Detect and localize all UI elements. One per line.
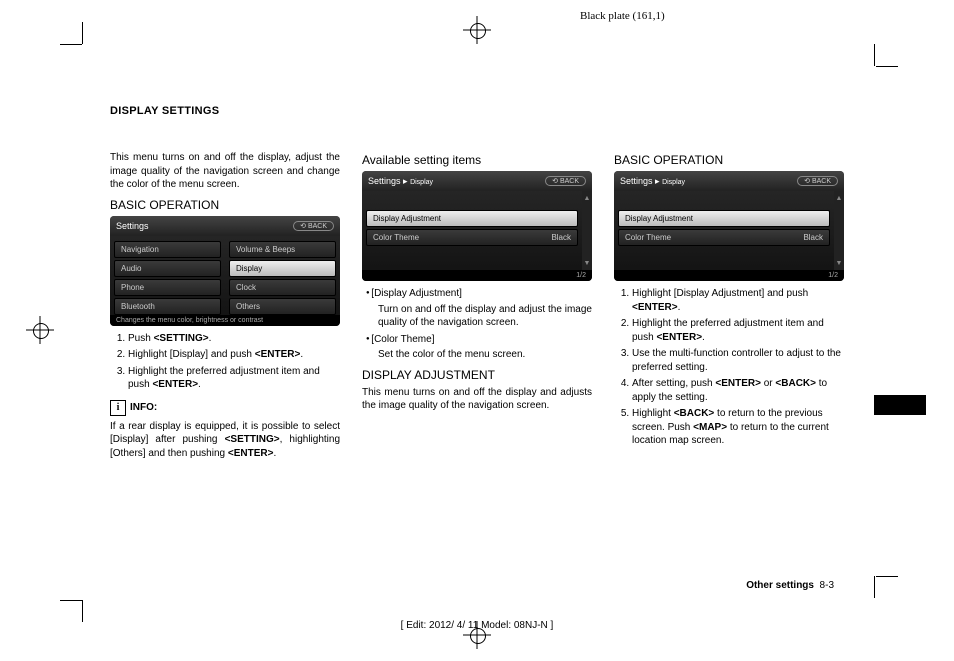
intro-text: This menu turns on and off the display, … [110, 151, 340, 192]
info-header: i INFO: [110, 400, 340, 416]
edit-stamp: [ Edit: 2012/ 4/ 11 Model: 08NJ-N ] [0, 620, 954, 631]
scrollbar: ▲▼ [834, 191, 844, 271]
menu-row: Volume & Beeps [229, 241, 336, 258]
screen-title: Settings ▸ Display [620, 176, 685, 187]
subheading-basic-op: BASIC OPERATION [614, 153, 844, 167]
crop-mark [876, 576, 898, 577]
black-tab [874, 395, 926, 415]
menu-row: Color ThemeBlack [366, 229, 578, 246]
info-label: INFO: [130, 402, 157, 413]
screen-title: Settings [116, 221, 149, 231]
step: Highlight <BACK> to return to the previo… [632, 407, 844, 448]
subheading-basic-op: BASIC OPERATION [110, 198, 340, 212]
bullet-list: [Display Adjustment]Turn on and off the … [362, 287, 592, 362]
crop-mark [60, 44, 82, 45]
menu-row: Bluetooth [114, 298, 221, 315]
bullet: [Color Theme]Set the color of the menu s… [366, 333, 592, 362]
menu-row: Color ThemeBlack [618, 229, 830, 246]
scrollbar: ▲▼ [582, 191, 592, 271]
menu-row: Others [229, 298, 336, 315]
crop-mark [874, 576, 875, 598]
registration-mark [30, 320, 50, 340]
menu-row: Navigation [114, 241, 221, 258]
menu-row-selected: Display Adjustment [618, 210, 830, 227]
step: Highlight the preferred adjustment item … [632, 317, 844, 344]
screen-footer: Changes the menu color, brightness or co… [116, 317, 263, 324]
body-text: This menu turns on and off the display a… [362, 386, 592, 413]
menu-row: Clock [229, 279, 336, 296]
menu-row-selected: Display [229, 260, 336, 277]
screen-title: Settings ▸ Display [368, 176, 433, 187]
step: Use the multi-function controller to adj… [632, 347, 844, 374]
subheading-available: Available setting items [362, 153, 592, 167]
crop-mark [60, 600, 82, 601]
back-button: ⟲ BACK [293, 221, 334, 231]
step: Highlight [Display Adjustment] and push … [632, 287, 844, 314]
screenshot-display: Settings ▸ Display ⟲ BACK Display Adjust… [614, 171, 844, 281]
menu-row: Audio [114, 260, 221, 277]
crop-mark [874, 44, 875, 66]
menu-row: Phone [114, 279, 221, 296]
plate-label: Black plate (161,1) [580, 10, 665, 22]
crop-mark [82, 22, 83, 44]
steps-list: Highlight [Display Adjustment] and push … [614, 287, 844, 448]
column-2: Available setting items Settings ▸ Displ… [362, 147, 592, 464]
screenshot-settings: Settings ⟲ BACK Navigation Audio Phone B… [110, 216, 340, 326]
back-button: ⟲ BACK [545, 176, 586, 186]
menu-row-selected: Display Adjustment [366, 210, 578, 227]
bullet: [Display Adjustment]Turn on and off the … [366, 287, 592, 330]
column-1: This menu turns on and off the display, … [110, 147, 340, 464]
crop-mark [82, 600, 83, 622]
step: Push <SETTING>. [128, 332, 340, 346]
step: After setting, push <ENTER> or <BACK> to… [632, 377, 844, 404]
crop-mark [876, 66, 898, 67]
screenshot-display: Settings ▸ Display ⟲ BACK Display Adjust… [362, 171, 592, 281]
section-heading: DISPLAY SETTINGS [110, 105, 844, 117]
step: Highlight [Display] and push <ENTER>. [128, 348, 340, 362]
screen-page: 1/2 [576, 272, 586, 279]
info-text: If a rear display is equipped, it is pos… [110, 420, 340, 461]
info-icon: i [110, 400, 126, 416]
registration-mark [467, 20, 487, 40]
steps-list: Push <SETTING>. Highlight [Display] and … [110, 332, 340, 392]
column-3: BASIC OPERATION Settings ▸ Display ⟲ BAC… [614, 147, 844, 464]
back-button: ⟲ BACK [797, 176, 838, 186]
page-footer: Other settings 8-3 [746, 580, 834, 591]
subheading-adjustment: DISPLAY ADJUSTMENT [362, 368, 592, 382]
step: Highlight the preferred adjustment item … [128, 365, 340, 392]
screen-page: 1/2 [828, 272, 838, 279]
